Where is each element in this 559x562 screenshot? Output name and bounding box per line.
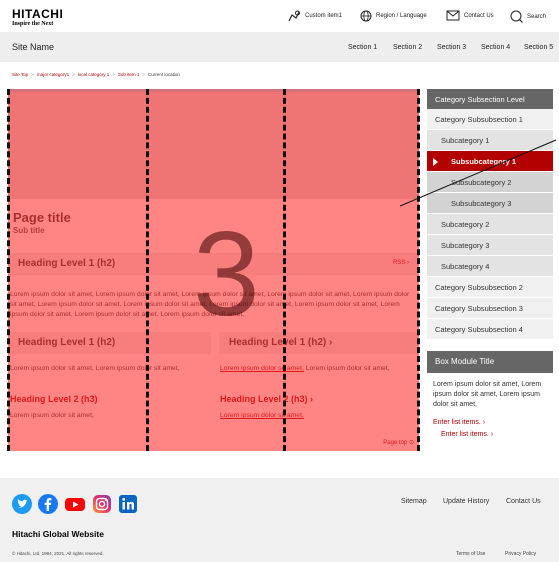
nav-section-2[interactable]: Section 2 xyxy=(393,44,422,51)
breadcrumb-current: Current location xyxy=(148,72,180,77)
sidebar-item-subcategory-4[interactable]: Subcategory 4 xyxy=(427,256,553,277)
sidebar-item-subcategory-3[interactable]: Subcategory 3 xyxy=(427,235,553,256)
search-icon xyxy=(510,10,523,23)
custom-item-label: Custom item1 xyxy=(305,13,343,19)
contact-us-label: Contact Us xyxy=(464,12,494,19)
box-module-list: Enter list items. › Enter list items. › xyxy=(433,417,493,441)
breadcrumb-link[interactable]: local category 1 xyxy=(78,72,110,77)
footer: Sitemap Update History Contact Us Hitach… xyxy=(0,478,559,562)
search-link[interactable]: Search xyxy=(510,10,546,23)
instagram-icon[interactable] xyxy=(92,494,112,519)
breadcrumb-link[interactable]: major category1 xyxy=(37,72,69,77)
right-col-h3-link-wrap: Lorem ipsum dolor sit amet, xyxy=(220,411,418,421)
left-col-text: Lorem ipsum dolor sit amet, Lorem ipsum … xyxy=(10,365,180,372)
rss-label: RSS xyxy=(392,260,406,266)
sidebar-item-subsubsection-2[interactable]: Category Subsubsection 2 xyxy=(427,277,553,298)
nav-section-3[interactable]: Section 3 xyxy=(437,44,466,51)
footer-sitemap-link[interactable]: Sitemap xyxy=(401,498,427,505)
logo-tagline: Inspire the Next xyxy=(12,21,54,27)
search-label: Search xyxy=(527,13,547,20)
linkedin-icon[interactable] xyxy=(118,494,138,519)
grid-guide-line xyxy=(283,89,286,451)
heading-bar-top: Heading Level 1 (h2) RSS › xyxy=(8,253,419,275)
site-nav-bar: Site Name Section 1 Section 2 Section 3 … xyxy=(0,32,559,62)
page-top-link[interactable]: Page top ⊙ xyxy=(383,439,414,446)
right-col-text-after: Lorem ipsum dolor sit amet, xyxy=(303,365,390,372)
facebook-icon[interactable] xyxy=(38,494,58,519)
footer-update-history-link[interactable]: Update History xyxy=(443,498,489,505)
right-col-h3-link[interactable]: Lorem ipsum dolor sit amet, xyxy=(220,412,304,419)
custom-item-link[interactable]: Custom item1 xyxy=(288,10,342,22)
page-top-label: Page top xyxy=(383,440,408,446)
youtube-icon[interactable] xyxy=(64,494,86,519)
left-col-h3-text: Lorem ipsum dolor sit amet, xyxy=(10,412,94,419)
breadcrumb-separator: > xyxy=(142,72,146,77)
sidebar-item-subsubsection-3[interactable]: Category Subsubsection 3 xyxy=(427,298,553,319)
box-list-item-label: Enter list items. xyxy=(433,419,481,426)
box-list-item[interactable]: Enter list items. › xyxy=(433,417,493,429)
box-module-text: Lorem ipsum dolor sit amet, Lorem ipsum … xyxy=(433,381,542,408)
region-language-label: Region / Language xyxy=(376,13,427,19)
social-links xyxy=(12,494,138,519)
privacy-policy-link[interactable]: Privacy Policy xyxy=(505,551,536,557)
box-list-item[interactable]: Enter list items. › xyxy=(433,429,493,441)
global-website-link[interactable]: Hitachi Global Website xyxy=(12,529,104,539)
mail-icon xyxy=(446,10,460,21)
hero-image xyxy=(8,89,419,199)
lorem-paragraph: Lorem ipsum dolor sit amet, Lorem ipsum … xyxy=(10,291,410,318)
top-header: HITACHI Inspire the Next Custom item1 Re… xyxy=(0,0,559,32)
breadcrumb-link[interactable]: Sub item 1 xyxy=(118,72,140,77)
twitter-icon[interactable] xyxy=(12,494,32,519)
right-col-text: Lorem ipsum dolor sit amet, Lorem ipsum … xyxy=(220,364,418,374)
heading-level-2-right-label: Heading Level 2 (h3) xyxy=(220,394,308,404)
heading-level-2-right[interactable]: Heading Level 2 (h3) › xyxy=(220,394,313,404)
annotation-line xyxy=(399,139,557,207)
breadcrumb-separator: > xyxy=(112,72,115,77)
heading-level-1-left: Heading Level 1 (h2) xyxy=(18,337,116,348)
site-name[interactable]: Site Name xyxy=(12,42,54,52)
sub-title: Sub title xyxy=(13,226,45,235)
grid-guide-line xyxy=(146,89,149,451)
heading-right-label: Heading Level 1 (h2) xyxy=(229,337,327,348)
sidebar-item-subcategory-2[interactable]: Subcategory 2 xyxy=(427,214,553,235)
breadcrumb: Site Top > major category1 > local categ… xyxy=(12,72,180,77)
breadcrumb-separator: > xyxy=(31,72,34,77)
heading-bar-right[interactable]: Heading Level 1 (h2) › xyxy=(219,332,419,354)
main-content: Page title Sub title Heading Level 1 (h2… xyxy=(8,89,419,451)
heading-level-2-left: Heading Level 2 (h3) xyxy=(10,394,98,404)
page-title: Page title xyxy=(13,210,71,225)
nav-section-4[interactable]: Section 4 xyxy=(481,44,510,51)
breadcrumb-link[interactable]: Site Top xyxy=(12,72,28,77)
contact-us-link[interactable]: Contact Us xyxy=(446,10,494,21)
terms-of-use-link[interactable]: Terms of Use xyxy=(456,551,485,557)
heading-level-1: Heading Level 1 (h2) xyxy=(18,258,116,269)
region-language-link[interactable]: Region / Language xyxy=(360,10,427,22)
custom-item-icon xyxy=(288,10,300,22)
grid-guide-line xyxy=(7,89,10,451)
heading-level-1-right: Heading Level 1 (h2) › xyxy=(229,337,333,348)
nav-section-5[interactable]: Section 5 xyxy=(524,44,553,51)
footer-contact-us-link[interactable]: Contact Us xyxy=(506,498,541,505)
logo-wordmark: HITACHI xyxy=(12,7,64,21)
sidebar-item-subsubsection-4[interactable]: Category Subsubsection 4 xyxy=(427,319,553,340)
box-list-item-label: Enter list items. xyxy=(441,431,489,438)
heading-bar-left: Heading Level 1 (h2) xyxy=(8,332,211,354)
globe-icon xyxy=(360,10,372,22)
nav-section-1[interactable]: Section 1 xyxy=(348,44,377,51)
box-module-title: Box Module Title xyxy=(427,351,553,373)
rss-link[interactable]: RSS › xyxy=(393,260,409,266)
copyright: © Hitachi, Ltd. 1994, 2021. All rights r… xyxy=(12,551,104,556)
breadcrumb-separator: > xyxy=(72,72,75,77)
hitachi-logo[interactable]: HITACHI Inspire the Next xyxy=(12,8,63,27)
sidebar-title[interactable]: Category Subsection Level xyxy=(427,89,553,109)
right-col-link[interactable]: Lorem ipsum dolor sit amet, xyxy=(220,365,304,372)
